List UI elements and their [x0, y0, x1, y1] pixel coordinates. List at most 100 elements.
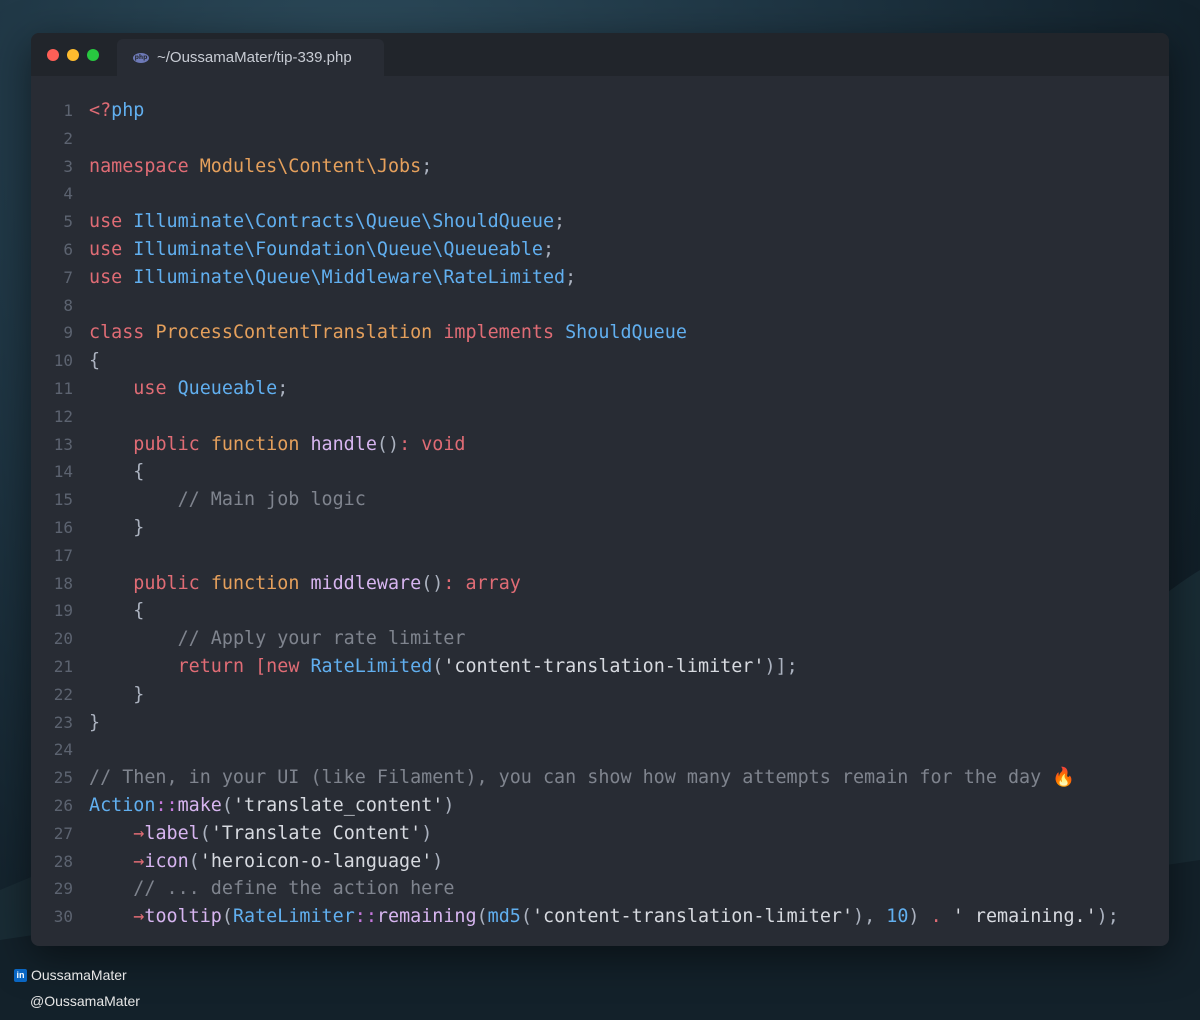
code-token: 10	[886, 906, 909, 928]
code-token: (	[520, 906, 532, 928]
code-token: function	[210, 572, 311, 594]
code-token: ShouldQueue	[565, 322, 687, 344]
line-content: use Illuminate\Foundation\Queue\Queueabl…	[89, 236, 554, 264]
line-number: 29	[53, 879, 73, 899]
code-token: 'Translate Content'	[210, 822, 422, 844]
code-line: 12	[31, 403, 1169, 431]
line-content: Action::make('translate_content')	[89, 792, 454, 820]
code-token: class	[89, 322, 156, 344]
code-line: 25 // Then, in your UI (like Filament), y…	[31, 764, 1169, 792]
line-number: 8	[63, 295, 73, 315]
maximize-window-button[interactable]	[87, 49, 99, 61]
code-token: Illuminate\Contracts\Queue\ShouldQueue	[133, 211, 555, 233]
code-token: (	[221, 794, 233, 816]
line-content: →icon('heroicon-o-language')	[89, 848, 443, 876]
line-number: 20	[53, 629, 73, 649]
author-credits: in OussamaMater @OussamaMater	[14, 962, 140, 1014]
code-token: <?	[89, 100, 112, 121]
code-token: use	[133, 377, 178, 399]
line-number: 28	[53, 851, 73, 871]
code-token: ;	[421, 155, 433, 177]
code-token: (	[432, 655, 444, 677]
code-line: 16 }	[31, 514, 1169, 542]
line-number: 1	[63, 101, 73, 120]
code-token: (	[476, 906, 488, 928]
code-line: 29 // ... define the action here	[31, 875, 1169, 903]
code-token: Action	[89, 794, 156, 816]
line-number: 24	[53, 740, 73, 760]
line-content: }	[89, 681, 144, 709]
code-token: label	[144, 822, 200, 844]
fire-emoji: 🔥	[1052, 767, 1076, 789]
code-token: handle	[310, 433, 377, 455]
code-line: 30 →tooltip(RateLimiter::remaining(md5('…	[31, 903, 1169, 931]
x-credit: @OussamaMater	[14, 988, 140, 1014]
code-token: )	[443, 794, 455, 816]
code-token: public	[133, 433, 211, 455]
close-window-button[interactable]	[47, 49, 59, 61]
line-content: →label('Translate Content')	[89, 820, 432, 848]
line-number: 16	[53, 517, 73, 537]
code-token: use	[89, 266, 134, 288]
code-token: }	[89, 711, 101, 733]
code-token: RateLimited	[310, 655, 433, 677]
code-line: 23}	[31, 709, 1169, 737]
code-token: function	[210, 433, 311, 455]
code-token: );	[1096, 906, 1119, 928]
code-token: RateLimiter	[232, 906, 355, 928]
line-number: 13	[53, 434, 73, 454]
line-content: class ProcessContentTranslation implemen…	[89, 319, 687, 347]
code-line: 21 return [new RateLimited('content-tran…	[31, 653, 1169, 681]
code-token: {	[89, 350, 101, 372]
code-line: 27 →label('Translate Content')	[31, 820, 1169, 848]
line-content: {	[89, 597, 144, 625]
code-token: .	[930, 906, 953, 928]
code-token: {	[89, 600, 145, 622]
code-token: return	[177, 655, 256, 677]
line-number: 10	[53, 351, 73, 371]
line-number: 25	[53, 768, 73, 788]
code-line: 14 {	[31, 458, 1169, 486]
code-token: }	[89, 516, 145, 538]
linkedin-icon: in	[14, 968, 27, 982]
code-token: )];	[764, 655, 798, 677]
line-content: {	[89, 347, 100, 375]
line-number: 18	[53, 573, 73, 593]
line-number: 7	[63, 267, 73, 287]
file-tab[interactable]: php ~/OussamaMater/tip-339.php	[117, 39, 384, 76]
code-token: ;	[565, 266, 577, 288]
code-token: middleware	[310, 572, 422, 594]
code-token: // ... define the action here	[133, 878, 455, 900]
code-token: Modules\Content\Jobs	[199, 155, 422, 177]
code-token: namespace	[89, 155, 200, 177]
code-token: ()	[421, 572, 444, 594]
x-handle: @OussamaMater	[30, 993, 140, 1009]
code-token: // Then, in your UI (like Filament), you…	[89, 767, 1053, 789]
code-token: 'translate_content'	[232, 794, 444, 816]
code-token: ;	[542, 238, 555, 260]
code-token: : void	[399, 433, 466, 455]
minimize-window-button[interactable]	[67, 49, 79, 61]
code-token: ' remaining.'	[952, 906, 1097, 928]
code-line: 20 // Apply your rate limiter	[31, 625, 1169, 653]
code-token: ProcessContentTranslation	[155, 322, 444, 344]
line-content: }	[89, 709, 100, 737]
code-token: public	[133, 572, 211, 594]
code-token: 'content-translation-limiter'	[443, 655, 765, 677]
line-number: 26	[53, 795, 73, 815]
code-token: ;	[277, 377, 289, 399]
code-token: new	[266, 655, 311, 677]
code-line: 7 use Illuminate\Queue\Middleware\RateLim…	[31, 264, 1169, 292]
code-line: 9 class ProcessContentTranslation impleme…	[31, 319, 1169, 347]
line-number: 3	[63, 156, 73, 176]
php-file-icon: php	[133, 52, 149, 63]
code-area[interactable]: 1 <?php 2 3 namespace Modules\Content\Jobs; 4…	[31, 97, 1169, 931]
code-token: Illuminate\Foundation\Queue\Queueable	[133, 238, 543, 260]
line-number: 9	[63, 323, 73, 343]
code-line: 18 public function middleware(): array	[31, 570, 1169, 598]
code-token: make	[177, 794, 222, 816]
code-line: 10 {	[31, 347, 1169, 375]
